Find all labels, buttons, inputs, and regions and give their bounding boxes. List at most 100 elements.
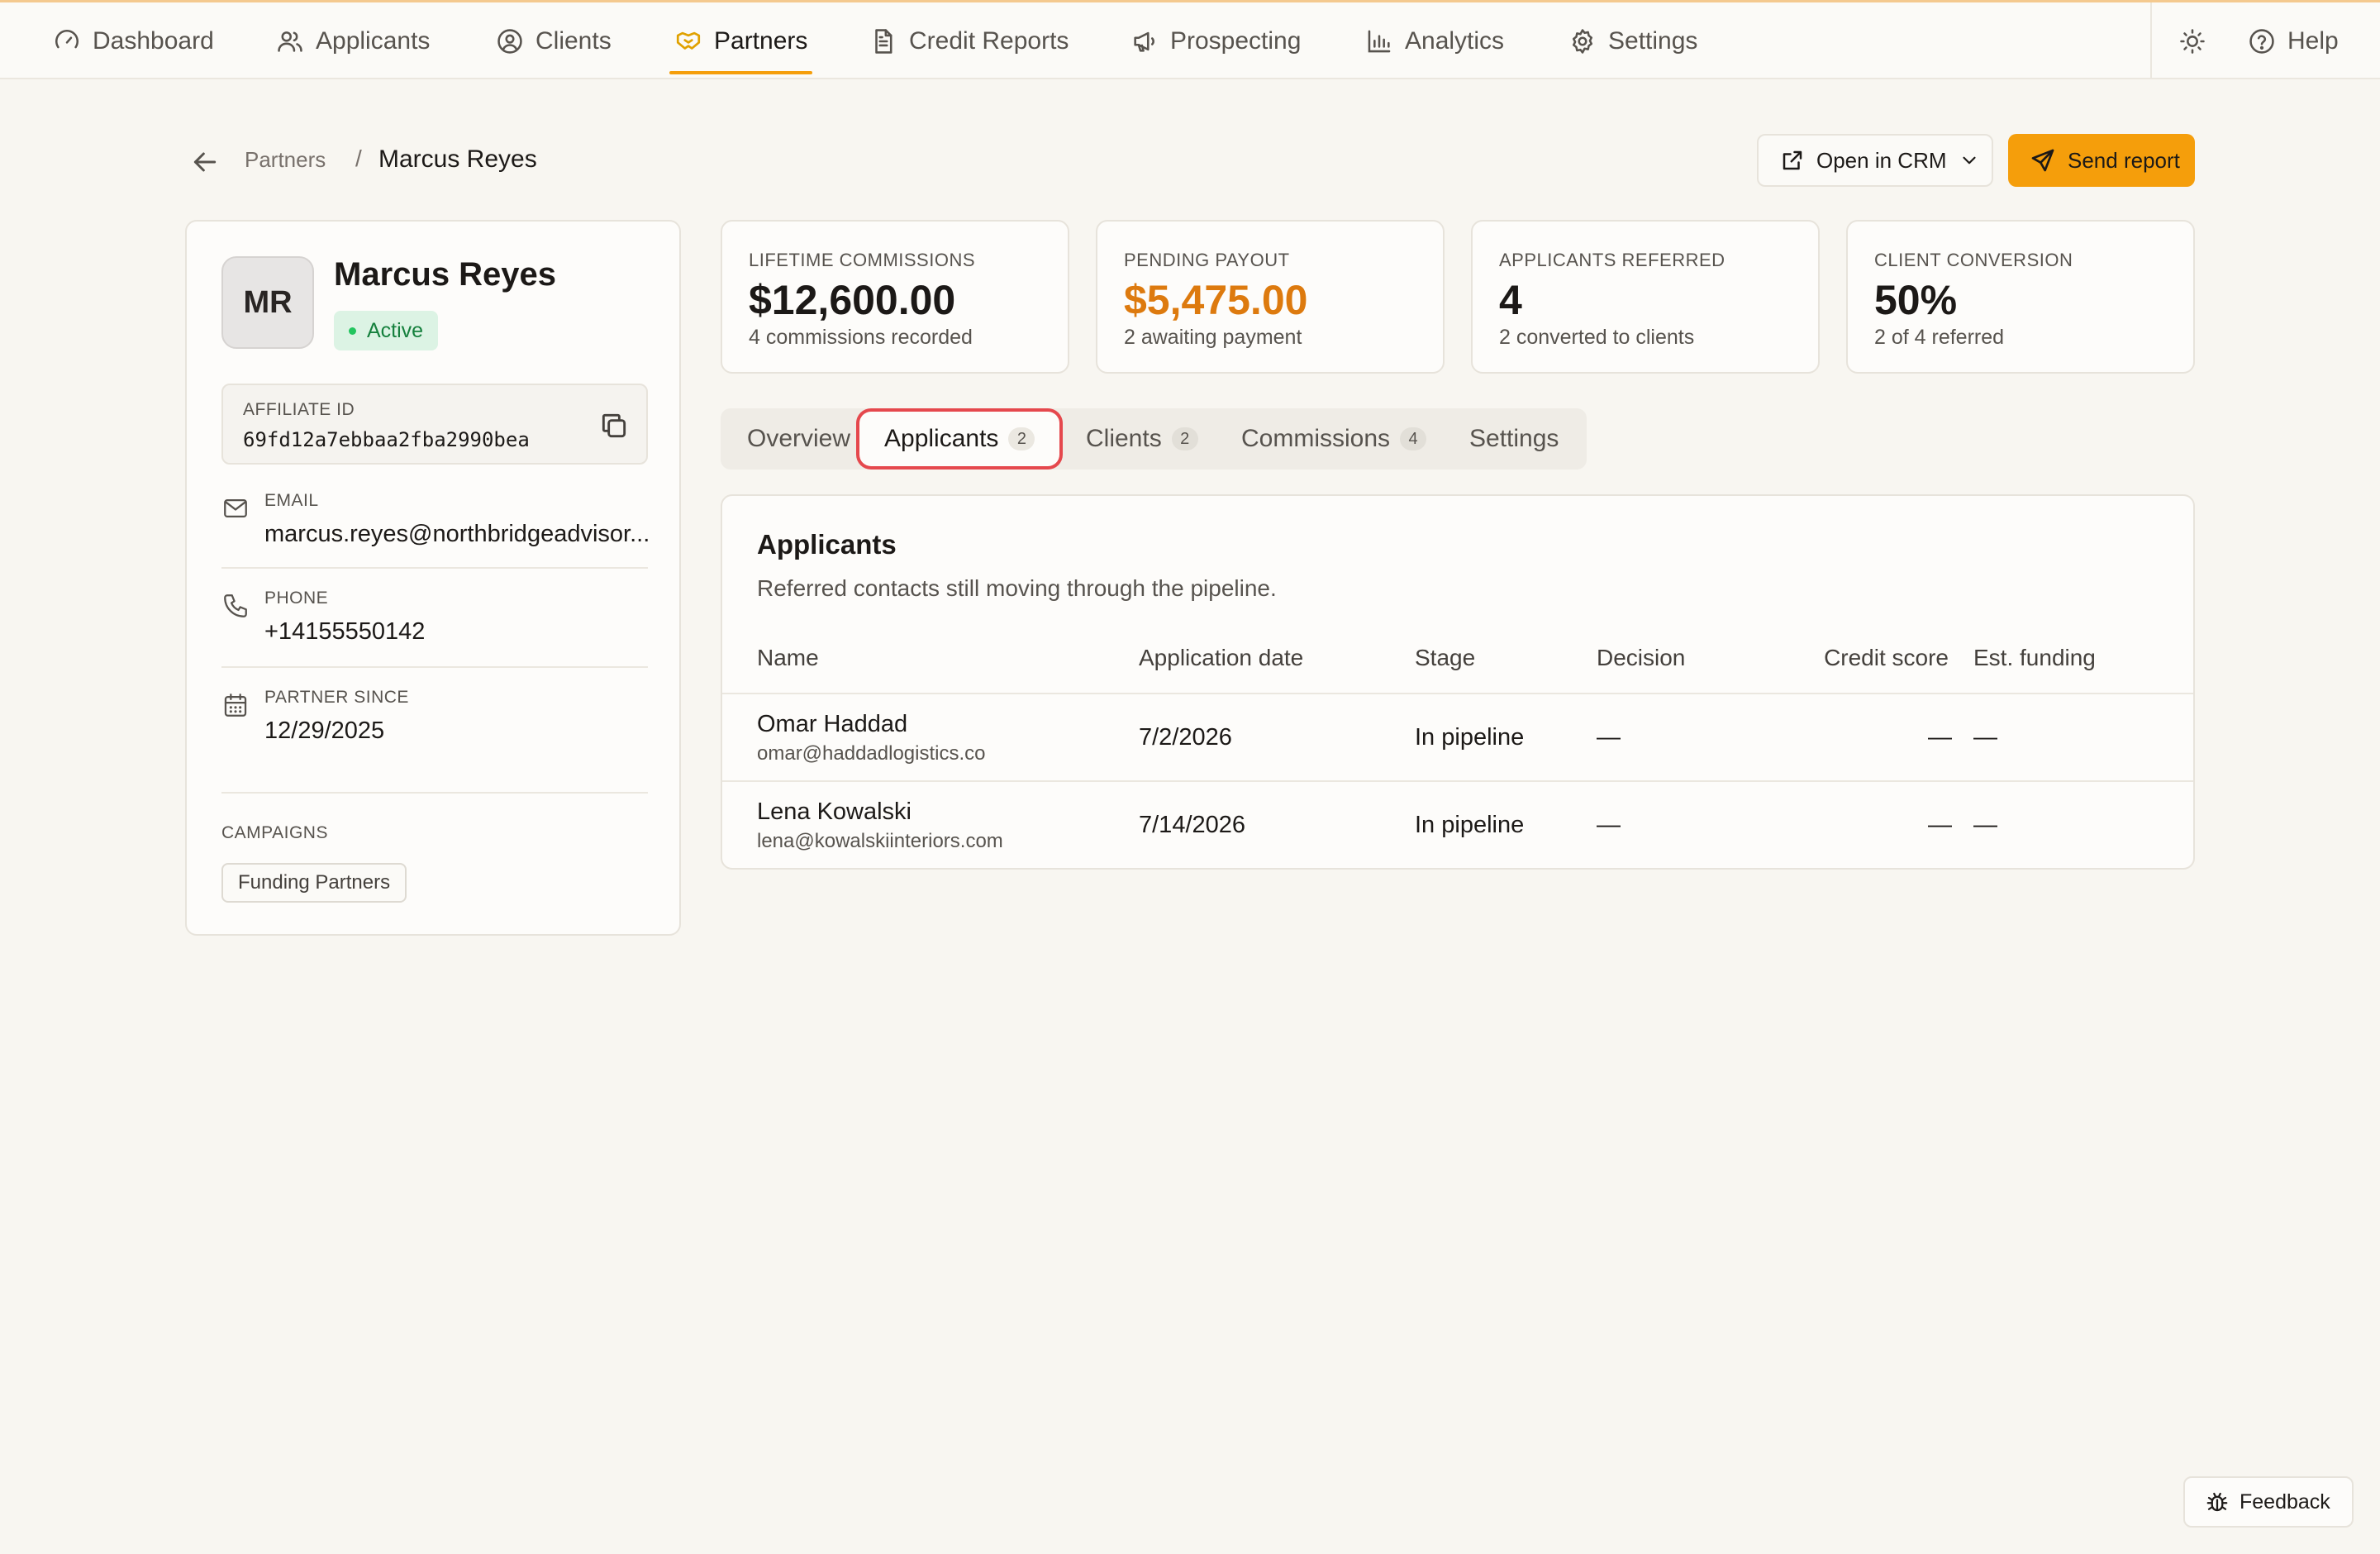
affiliate-id-label: AFFILIATE ID: [243, 400, 355, 419]
divider: [221, 666, 648, 668]
phone-row: PHONE +14155550142: [221, 589, 648, 655]
column-header-name[interactable]: Name: [757, 645, 819, 671]
stat-sub: 4 commissions recorded: [749, 326, 973, 349]
credit-score: —: [1928, 724, 1952, 751]
stat-label: PENDING PAYOUT: [1124, 250, 1290, 270]
divider: [221, 792, 648, 794]
chevron-down-icon: [1959, 150, 1980, 171]
nav-item-analytics[interactable]: Analytics: [1365, 2, 1504, 79]
feedback-label: Feedback: [2240, 1490, 2330, 1513]
stat-card-client-conversion: CLIENT CONVERSION 50% 2 of 4 referred: [1846, 220, 2195, 374]
column-header-est-funding[interactable]: Est. funding: [1973, 645, 2096, 671]
top-navigation: Dashboard Applicants Clients Partners Cr…: [0, 0, 2380, 79]
breadcrumb-partners-link[interactable]: Partners: [245, 147, 326, 173]
stat-label: APPLICANTS REFERRED: [1499, 250, 1726, 270]
handshake-icon: [674, 27, 702, 55]
est-funding: —: [1973, 724, 1997, 751]
nav-divider: [2150, 2, 2152, 79]
nav-item-prospecting[interactable]: Prospecting: [1130, 2, 1301, 79]
stat-value: $12,600.00: [749, 277, 956, 323]
application-date: 7/14/2026: [1139, 812, 1246, 838]
tab-count-badge: 4: [1400, 427, 1427, 450]
campaigns-label: CAMPAIGNS: [221, 823, 328, 842]
credit-score: —: [1928, 812, 1952, 838]
sun-icon: [2178, 27, 2206, 55]
nav-item-settings[interactable]: Settings: [1568, 2, 1697, 79]
nav-item-label: Settings: [1608, 26, 1698, 55]
avatar: MR: [221, 256, 314, 349]
affiliate-id-box: AFFILIATE ID 69fd12a7ebbaa2fba2990bea: [221, 384, 648, 465]
decision: —: [1597, 724, 1621, 751]
send-icon: [2030, 147, 2056, 174]
nav-item-clients[interactable]: Clients: [496, 2, 612, 79]
user-circle-icon: [496, 27, 524, 55]
column-header-decision[interactable]: Decision: [1597, 645, 1685, 671]
tab-settings[interactable]: Settings: [1469, 408, 1559, 470]
column-header-credit-score[interactable]: Credit score: [1824, 645, 1949, 671]
external-link-icon: [1780, 148, 1805, 173]
column-header-stage[interactable]: Stage: [1415, 645, 1475, 671]
tab-commissions[interactable]: Commissions 4: [1241, 408, 1427, 470]
applicants-panel: Applicants Referred contacts still movin…: [721, 494, 2195, 870]
arrow-left-icon: [188, 145, 221, 179]
nav-item-label: Prospecting: [1170, 26, 1302, 55]
nav-item-applicants[interactable]: Applicants: [276, 2, 430, 79]
email-label: EMAIL: [264, 491, 319, 510]
stat-card-applicants-referred: APPLICANTS REFERRED 4 2 converted to cli…: [1471, 220, 1820, 374]
applicant-name: Lena Kowalski: [757, 798, 912, 825]
send-report-button[interactable]: Send report: [2008, 134, 2195, 187]
application-date: 7/2/2026: [1139, 724, 1232, 751]
users-icon: [276, 27, 304, 55]
gear-icon: [1568, 27, 1597, 55]
tab-count-badge: 2: [1171, 427, 1198, 450]
partner-since-label: PARTNER SINCE: [264, 688, 409, 707]
help-button[interactable]: Help: [2248, 2, 2339, 79]
stat-label: LIFETIME COMMISSIONS: [749, 250, 976, 270]
est-funding: —: [1973, 812, 1997, 838]
tab-label: Clients: [1086, 425, 1162, 452]
breadcrumb-current: Marcus Reyes: [378, 145, 537, 173]
partner-name: Marcus Reyes: [334, 256, 557, 293]
file-text-icon: [869, 27, 897, 55]
applicant-email: lena@kowalskiinteriors.com: [757, 830, 1003, 852]
nav-item-label: Dashboard: [93, 26, 214, 55]
back-button[interactable]: [188, 145, 221, 179]
stat-sub: 2 awaiting payment: [1124, 326, 1302, 349]
stage: In pipeline: [1415, 812, 1525, 838]
email-value[interactable]: marcus.reyes@northbridgeadvisor...: [264, 521, 650, 548]
feedback-button[interactable]: Feedback: [2183, 1476, 2354, 1528]
stat-value: 50%: [1874, 277, 1958, 323]
stat-label: CLIENT CONVERSION: [1874, 250, 2073, 270]
tab-overview[interactable]: Overview: [747, 408, 850, 470]
stat-card-lifetime-commissions: LIFETIME COMMISSIONS $12,600.00 4 commis…: [721, 220, 1069, 374]
tab-applicants[interactable]: Applicants 2: [863, 415, 1057, 463]
tab-list: Overview Applicants 2 Clients 2 Commissi…: [721, 408, 1587, 470]
open-in-crm-button[interactable]: Open in CRM: [1757, 134, 1993, 187]
table-row[interactable]: Lena Kowalski lena@kowalskiinteriors.com…: [722, 780, 2193, 868]
partner-profile-card: MR Marcus Reyes Active AFFILIATE ID 69fd…: [185, 220, 681, 936]
theme-toggle-button[interactable]: [2178, 2, 2206, 79]
phone-value[interactable]: +14155550142: [264, 618, 425, 646]
breadcrumb-separator: /: [355, 145, 362, 171]
campaign-chip[interactable]: Funding Partners: [221, 863, 407, 903]
nav-item-dashboard[interactable]: Dashboard: [53, 2, 214, 79]
nav-item-label: Credit Reports: [909, 26, 1069, 55]
copy-icon[interactable]: [598, 410, 630, 441]
table-row[interactable]: Omar Haddad omar@haddadlogistics.co 7/2/…: [722, 693, 2193, 780]
send-report-label: Send report: [2068, 147, 2180, 173]
column-header-application-date[interactable]: Application date: [1139, 645, 1303, 671]
nav-item-label: Clients: [536, 26, 612, 55]
applicant-name: Omar Haddad: [757, 711, 908, 737]
stat-sub: 2 of 4 referred: [1874, 326, 2005, 349]
nav-item-credit-reports[interactable]: Credit Reports: [869, 2, 1069, 79]
phone-icon: [221, 592, 250, 620]
gauge-icon: [53, 27, 81, 55]
tab-clients[interactable]: Clients 2: [1086, 408, 1198, 470]
tab-label: Commissions: [1241, 425, 1391, 452]
partner-since-value: 12/29/2025: [264, 717, 385, 744]
tab-count-badge: 2: [1008, 427, 1035, 450]
nav-item-partners[interactable]: Partners: [669, 2, 813, 79]
mail-icon: [221, 494, 250, 522]
help-label: Help: [2287, 26, 2339, 55]
stage: In pipeline: [1415, 724, 1525, 751]
